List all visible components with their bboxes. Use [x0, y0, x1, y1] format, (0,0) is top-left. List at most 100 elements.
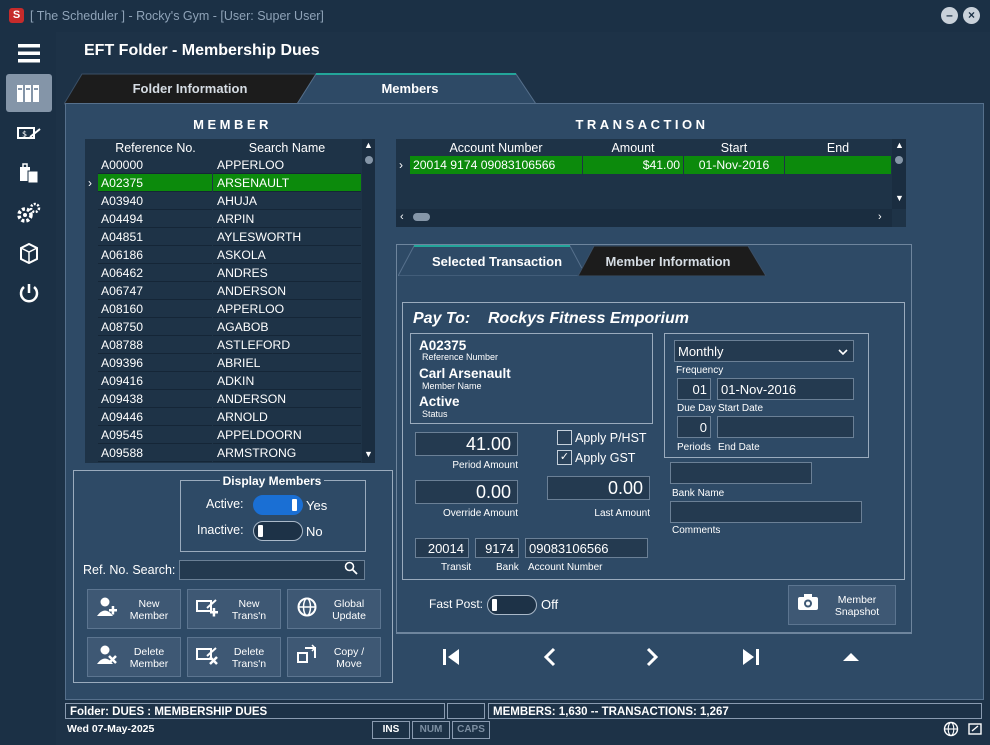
member-reference-cell[interactable]: A02375 — [98, 174, 212, 192]
folders-icon[interactable] — [6, 74, 52, 112]
fast-post-toggle[interactable] — [487, 595, 537, 615]
last-record-button[interactable] — [736, 647, 766, 673]
member-reference-cell[interactable]: A09416 — [98, 372, 212, 390]
tab-members[interactable]: Members — [310, 74, 510, 104]
member-reference-cell[interactable]: A06186 — [98, 246, 212, 264]
inactive-toggle[interactable] — [253, 521, 303, 541]
member-row[interactable]: A09438 ANDERSON — [85, 390, 362, 408]
delete-member-button[interactable]: Delete Member — [87, 637, 181, 677]
member-reference-cell[interactable]: A03940 — [98, 192, 212, 210]
member-row[interactable]: A06186 ASKOLA — [85, 246, 362, 264]
transaction-vertical-scrollbar[interactable]: ▲ ▼ — [892, 139, 906, 209]
member-row[interactable]: A08750 AGABOB — [85, 318, 362, 336]
member-row[interactable]: A08788 ASTLEFORD — [85, 336, 362, 354]
member-reference-cell[interactable]: A09396 — [98, 354, 212, 372]
active-toggle[interactable] — [253, 495, 303, 515]
transaction-amount-cell[interactable]: $41.00 — [583, 156, 683, 174]
member-row[interactable]: A09588 ARMSTRONG — [85, 444, 362, 462]
ref-search-input[interactable] — [179, 560, 365, 580]
member-reference-cell[interactable]: A08788 — [98, 336, 212, 354]
previous-record-button[interactable] — [536, 647, 566, 673]
member-search-name-cell[interactable]: AGABOB — [213, 318, 361, 336]
member-search-name-cell[interactable]: ANDERSON — [213, 390, 361, 408]
eft-payment-icon[interactable]: $ — [6, 114, 52, 152]
frequency-select[interactable]: Monthly — [674, 340, 854, 362]
tab-folder-information[interactable]: Folder Information — [80, 74, 300, 104]
member-reference-cell[interactable]: A09438 — [98, 390, 212, 408]
member-search-name-cell[interactable]: ARSENAULT — [213, 174, 361, 192]
column-header-reference[interactable]: Reference No. — [99, 139, 212, 157]
tab-selected-transaction[interactable]: Selected Transaction — [412, 247, 582, 277]
member-search-name-cell[interactable]: ARPIN — [213, 210, 361, 228]
transaction-start-cell[interactable]: 01-Nov-2016 — [684, 156, 784, 174]
member-search-name-cell[interactable]: ASTLEFORD — [213, 336, 361, 354]
new-member-button[interactable]: New Member — [87, 589, 181, 629]
bank-name-field[interactable] — [670, 462, 812, 484]
transaction-horizontal-scrollbar[interactable]: ‹ › — [396, 209, 892, 227]
member-reference-cell[interactable]: A09588 — [98, 444, 212, 462]
member-reference-cell[interactable]: A09446 — [98, 408, 212, 426]
member-row[interactable]: A06462 ANDRES — [85, 264, 362, 282]
member-row[interactable]: A04494 ARPIN — [85, 210, 362, 228]
scroll-up-button[interactable] — [836, 647, 866, 673]
member-search-name-cell[interactable]: ABRIEL — [213, 354, 361, 372]
member-search-name-cell[interactable]: APPELDOORN — [213, 426, 361, 444]
start-date-field[interactable]: 01-Nov-2016 — [717, 378, 854, 400]
transit-field[interactable]: 20014 — [415, 538, 469, 558]
column-header-start[interactable]: Start — [684, 139, 784, 157]
member-search-name-cell[interactable]: APPERLOO — [213, 156, 361, 174]
copy-move-button[interactable]: Copy / Move — [287, 637, 381, 677]
tab-member-information[interactable]: Member Information — [588, 247, 748, 277]
apply-phst-checkbox[interactable] — [557, 430, 572, 445]
member-search-name-cell[interactable]: ARMSTRONG — [213, 444, 361, 462]
chevron-down-icon[interactable] — [838, 344, 848, 362]
globe-status-icon[interactable] — [943, 721, 959, 742]
member-search-name-cell[interactable]: ARNOLD — [213, 408, 361, 426]
global-update-button[interactable]: Global Update — [287, 589, 381, 629]
transaction-row[interactable]: › 20014 9174 09083106566 $41.00 01-Nov-2016 — [396, 156, 891, 174]
apply-gst-checkbox[interactable]: ✓ — [557, 450, 572, 465]
member-search-name-cell[interactable]: APPERLOO — [213, 300, 361, 318]
member-reference-cell[interactable]: A09545 — [98, 426, 212, 444]
member-reference-cell[interactable]: A08160 — [98, 300, 212, 318]
search-icon[interactable] — [344, 561, 358, 580]
new-transaction-button[interactable]: New Trans'n — [187, 589, 281, 629]
member-search-name-cell[interactable]: ADKIN — [213, 372, 361, 390]
transaction-end-cell[interactable] — [785, 156, 891, 174]
periods-field[interactable]: 0 — [677, 416, 711, 438]
resize-grip-icon[interactable] — [968, 722, 982, 741]
member-scrollbar[interactable]: ▲ ▼ — [362, 139, 375, 463]
hamburger-menu-icon[interactable] — [6, 34, 52, 72]
end-date-field[interactable] — [717, 416, 854, 438]
member-reference-cell[interactable]: A06747 — [98, 282, 212, 300]
member-row[interactable]: A09545 APPELDOORN — [85, 426, 362, 444]
column-header-search-name[interactable]: Search Name — [213, 139, 361, 157]
documents-icon[interactable] — [6, 154, 52, 192]
due-day-field[interactable]: 01 — [677, 378, 711, 400]
member-row[interactable]: A09396 ABRIEL — [85, 354, 362, 372]
column-header-account-number[interactable]: Account Number — [410, 139, 582, 157]
bank-field[interactable]: 9174 — [475, 538, 519, 558]
power-icon[interactable] — [6, 274, 52, 312]
first-record-button[interactable] — [436, 647, 466, 673]
member-row[interactable]: A08160 APPERLOO — [85, 300, 362, 318]
column-header-end[interactable]: End — [785, 139, 891, 157]
member-row[interactable]: A03940 AHUJA — [85, 192, 362, 210]
column-header-amount[interactable]: Amount — [583, 139, 683, 157]
close-button[interactable]: × — [963, 7, 980, 24]
member-search-name-cell[interactable]: ASKOLA — [213, 246, 361, 264]
member-search-name-cell[interactable]: AYLESWORTH — [213, 228, 361, 246]
member-row[interactable]: A00000 APPERLOO — [85, 156, 362, 174]
member-row[interactable]: A09446 ARNOLD — [85, 408, 362, 426]
comments-field[interactable] — [670, 501, 862, 523]
period-amount-field[interactable]: 41.00 — [415, 432, 518, 456]
member-reference-cell[interactable]: A08750 — [98, 318, 212, 336]
next-record-button[interactable] — [636, 647, 666, 673]
member-snapshot-button[interactable]: Member Snapshot — [788, 585, 896, 625]
member-row[interactable]: › A02375 ARSENAULT — [85, 174, 362, 192]
member-reference-cell[interactable]: A00000 — [98, 156, 212, 174]
package-icon[interactable] — [6, 234, 52, 272]
settings-gear-icon[interactable] — [6, 194, 52, 232]
member-search-name-cell[interactable]: AHUJA — [213, 192, 361, 210]
member-row[interactable]: A04851 AYLESWORTH — [85, 228, 362, 246]
